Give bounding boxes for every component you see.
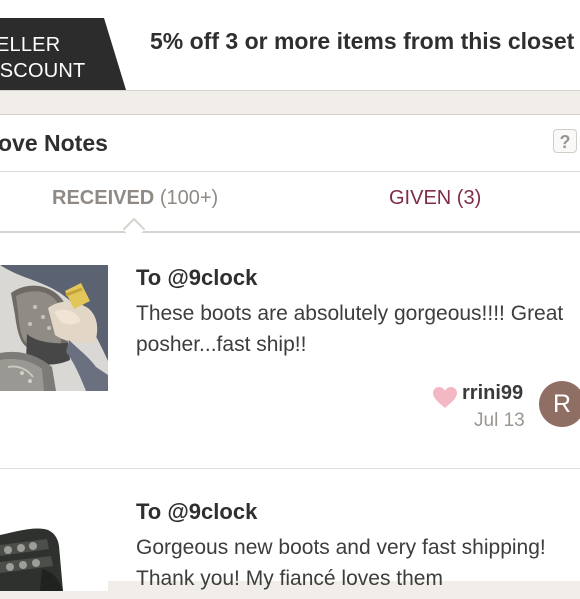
note-text: These boots are absolutely gorgeous!!!! … — [136, 302, 564, 356]
discount-tag-line2: ISCOUNT — [0, 60, 86, 82]
boots-thumbnail[interactable] — [0, 265, 108, 391]
love-notes-header: ove Notes ? — [0, 115, 580, 172]
tab-received-count: (100+) — [159, 187, 219, 209]
discount-tag-line1: ELLER — [0, 34, 61, 56]
love-notes-card: ove Notes ? RECEIVED (100+) GIVEN (3) To… — [0, 114, 580, 591]
heart-icon — [432, 386, 458, 410]
tab-received[interactable]: RECEIVED (100+) — [52, 187, 218, 210]
avatar[interactable]: R — [539, 381, 580, 427]
seller-discount-banner: ELLER ISCOUNT 5% off 3 or more items fro… — [0, 18, 580, 91]
active-tab-indicator — [122, 217, 146, 241]
note-author[interactable]: rrini99 — [462, 382, 523, 405]
love-note-item: To @9clock These boots are absolutely go… — [0, 265, 580, 469]
tab-received-label: RECEIVED — [52, 187, 155, 209]
tab-given[interactable]: GIVEN (3) — [389, 187, 481, 210]
help-button[interactable]: ? — [553, 129, 577, 153]
note-recipient[interactable]: To @9clock — [136, 265, 257, 291]
boots-thumbnail[interactable] — [0, 499, 108, 591]
love-note-item: To @9clock Gorgeous new boots and very f… — [0, 499, 580, 599]
love-notes-tabs: RECEIVED (100+) GIVEN (3) — [0, 171, 580, 241]
note-text: Gorgeous new boots and very fast shippin… — [136, 536, 546, 590]
top-strip — [0, 0, 580, 19]
page-title: ove Notes — [0, 130, 108, 156]
note-date: Jul 13 — [474, 410, 525, 431]
discount-text: 5% off 3 or more items from this closet — [150, 28, 575, 54]
seller-discount-tag: ELLER ISCOUNT — [0, 18, 126, 90]
boots-photo-icon — [0, 265, 108, 391]
boots-photo-icon — [0, 499, 108, 591]
note-recipient[interactable]: To @9clock — [136, 499, 257, 525]
